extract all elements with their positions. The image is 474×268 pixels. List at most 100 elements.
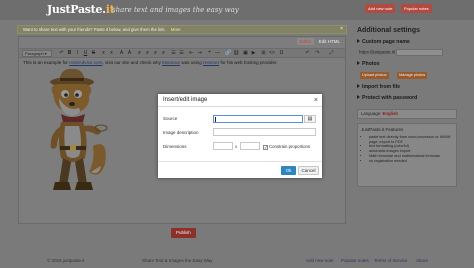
manage-photos-button[interactable]: Manage photos (397, 72, 428, 79)
text-color-icon[interactable]: A (119, 51, 124, 56)
bold-icon[interactable]: B (67, 51, 72, 56)
format-select-value: Paragraph (25, 51, 44, 56)
dialog-title: Insert/edit image (158, 94, 322, 107)
custom-page-name-input[interactable] (396, 49, 444, 56)
dimension-separator: x (235, 144, 238, 149)
popular-notes-button[interactable]: Popular notes (401, 4, 432, 13)
sidebar-custom-page-name[interactable]: Custom page name (357, 39, 410, 45)
outdent-icon[interactable]: ⇤ (189, 51, 194, 56)
site-logo[interactable]: JustPaste.it (47, 3, 115, 16)
footer-link-popular[interactable]: Popular notes (341, 258, 369, 263)
triangle-right-icon (357, 61, 360, 65)
image-icon[interactable]: ▣ (243, 51, 248, 56)
bullet-list-icon[interactable]: ☰ (171, 51, 176, 56)
triangle-right-icon (357, 95, 360, 99)
code-icon[interactable]: <> (269, 51, 275, 56)
custom-url-row: https://justpaste.it/ (359, 49, 444, 56)
align-left-icon[interactable]: ≡ (137, 51, 142, 56)
sidebar-photos[interactable]: Photos (357, 61, 380, 67)
footer-slogan: Share Text & Images the Easy Way (142, 258, 213, 263)
sidebar-section-label: Custom page name (362, 39, 410, 45)
sidebar-import-from-file[interactable]: Import from file (357, 84, 400, 90)
cancel-button[interactable]: Cancel (298, 166, 319, 175)
description-label: Image description (163, 130, 199, 135)
content-text: for his web hosting provider. (219, 60, 278, 65)
strikethrough-icon[interactable]: S (91, 51, 96, 56)
align-center-icon[interactable]: ≡ (145, 51, 150, 56)
quote-icon[interactable]: ❝ (207, 51, 212, 56)
sidebar-section-label: Import from file (362, 84, 401, 90)
editor-content[interactable]: This is an example for HostAdvice.com, v… (23, 60, 278, 65)
underline-icon[interactable]: U (83, 51, 88, 56)
editor-mode-tabs: Editor Edit HTML (296, 38, 343, 45)
tab-editor[interactable]: Editor (296, 38, 315, 45)
feature-item: paste text directly from word processor … (369, 135, 453, 144)
dialog-footer: Ok Cancel (158, 161, 322, 178)
insert-image-dialog: Insert/edit image × Source ▤ Image descr… (158, 94, 322, 178)
fullscreen-icon[interactable]: ⤢ (329, 51, 334, 56)
language-value[interactable]: English (383, 111, 399, 116)
info-notice: Want to share text with your friends? Pa… (17, 25, 347, 34)
unlink-icon[interactable]: ⛓ (233, 51, 239, 56)
upload-photos-button[interactable]: Upload photos (360, 72, 389, 79)
width-input[interactable] (213, 142, 233, 150)
undo-arrow-icon[interactable]: ↶ (305, 51, 310, 56)
video-icon[interactable]: ▶ (251, 51, 256, 56)
footer-copyright: © 2016 justpaste.it (47, 258, 85, 263)
url-prefix-text: https://justpaste.it/ (359, 49, 396, 55)
align-right-icon[interactable]: ≡ (153, 51, 158, 56)
format-select[interactable]: Paragraph ▾ (22, 50, 52, 57)
content-link[interactable]: Hetzner (203, 60, 219, 65)
dimensions-label: Dimensions (163, 144, 187, 149)
ok-button[interactable]: Ok (281, 166, 296, 175)
hr-icon[interactable]: — (215, 51, 220, 56)
constrain-proportions-checkbox[interactable]: ✓Constrain proportions (263, 144, 310, 150)
triangle-right-icon (357, 39, 360, 43)
footer-link-add-note[interactable]: Add new note (306, 258, 334, 263)
browse-folder-icon[interactable]: ▤ (304, 115, 316, 123)
source-label: Source (163, 116, 178, 121)
source-input[interactable] (213, 115, 303, 123)
special-char-icon[interactable]: Ω (279, 51, 284, 56)
feature-item: no registration needed (369, 159, 453, 164)
close-icon[interactable]: × (314, 94, 318, 107)
indent-icon[interactable]: ⇥ (197, 51, 202, 56)
undo-icon[interactable]: ↶ (59, 51, 64, 56)
table-icon[interactable]: ⊞ (261, 51, 266, 56)
footer-link-terms[interactable]: Terms of Service (374, 258, 408, 263)
language-label: Language: (361, 111, 382, 116)
subscript-icon[interactable]: x (101, 51, 106, 56)
fox-mascot-image (50, 68, 108, 190)
sidebar-protect-password[interactable]: Protect with password (357, 95, 417, 101)
redo-arrow-icon[interactable]: ↷ (315, 51, 320, 56)
publish-button[interactable]: Publish (171, 228, 196, 238)
checkmark-icon[interactable]: ✓ (263, 145, 268, 150)
align-justify-icon[interactable]: ≡ (161, 51, 166, 56)
content-link[interactable]: HostAdvice.com (69, 60, 102, 65)
height-input[interactable] (240, 142, 260, 150)
sidebar-section-label: Photos (362, 61, 380, 67)
language-selector[interactable]: Language: English (357, 109, 457, 119)
features-list: paste text directly from word processor … (361, 135, 453, 163)
link-icon[interactable]: 🔗 (225, 51, 231, 56)
site-tagline: share text and images the easy way (112, 6, 239, 14)
sidebar-title: Additional settings (357, 27, 420, 34)
content-link[interactable]: Mansour (162, 60, 180, 65)
superscript-icon[interactable]: x (109, 51, 114, 56)
sidebar-section-label: Protect with password (362, 95, 418, 101)
bg-color-icon[interactable]: A (127, 51, 132, 56)
features-box: JustPaste.it Features paste text directl… (357, 123, 457, 187)
logo-main-text: JustPaste. (47, 3, 106, 16)
triangle-right-icon (357, 84, 360, 88)
editor-toolbar: Paragraph ▾ ↶ B I U S x x A A ≡ ≡ ≡ ≡ ☰ … (19, 48, 345, 58)
features-title: JustPaste.it Features (361, 127, 404, 132)
footer-link-about[interactable]: About (416, 258, 428, 263)
notice-more-link[interactable]: More (171, 27, 181, 32)
italic-icon[interactable]: I (75, 51, 80, 56)
description-input[interactable] (213, 128, 316, 136)
add-new-note-button[interactable]: Add new note (365, 4, 396, 13)
numbered-list-icon[interactable]: ☰ (179, 51, 184, 56)
site-header: JustPaste.it share text and images the e… (0, 0, 474, 20)
notice-close-icon[interactable]: × (340, 26, 343, 33)
tab-edit-html[interactable]: Edit HTML (316, 38, 343, 45)
